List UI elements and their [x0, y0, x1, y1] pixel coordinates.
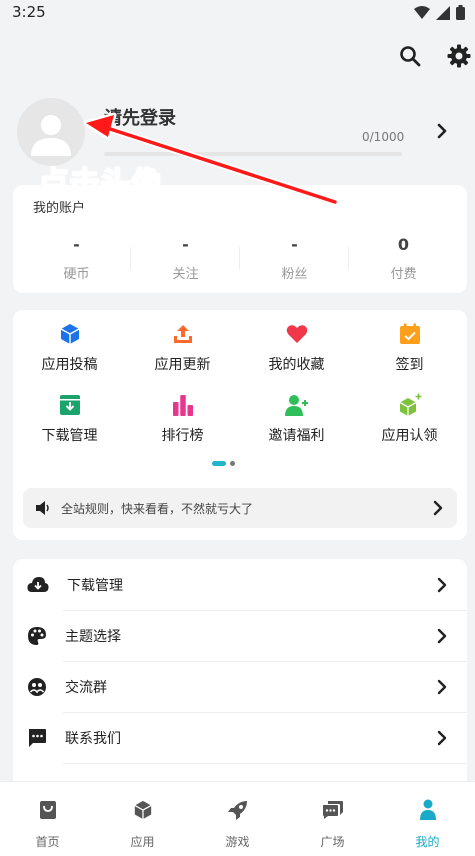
nav-square[interactable]: 广场 — [285, 798, 380, 850]
nav-label: 游戏 — [225, 835, 250, 849]
cube-icon — [60, 324, 79, 344]
rocket-icon — [227, 801, 247, 820]
nav-label: 首页 — [35, 835, 60, 849]
page-indicator — [212, 461, 235, 466]
chevron-right-icon — [433, 500, 443, 516]
menu-item-theme[interactable]: 主题选择 — [13, 610, 467, 661]
notice-text: 全站规则，快来看看，不然就亏大了 — [61, 501, 254, 516]
menu-label: 联系我们 — [65, 730, 121, 747]
annotation-arrow — [83, 112, 339, 206]
nav-label: 我的 — [415, 835, 440, 849]
page-dot — [230, 461, 235, 466]
cube-plus-icon — [399, 393, 421, 416]
menu-label: 主题选择 — [65, 628, 121, 645]
chevron-right-icon — [437, 679, 447, 694]
message-icon — [29, 728, 46, 747]
annotation-text: 点击头像 — [37, 165, 163, 203]
add-user-icon — [284, 395, 308, 416]
feature-label: 我的收藏 — [268, 357, 325, 373]
feature-submit-app[interactable]: 应用投稿 — [13, 322, 126, 374]
menu-divider — [63, 763, 467, 764]
feature-label: 应用投稿 — [41, 357, 98, 373]
menu-label: 下载管理 — [67, 577, 123, 594]
bar-chart-icon — [172, 395, 193, 416]
notice-bar[interactable]: 全站规则，快来看看，不然就亏大了 — [23, 488, 457, 528]
feature-label: 应用认领 — [381, 428, 438, 444]
feature-check-in[interactable]: 签到 — [353, 322, 466, 374]
nav-apps[interactable]: 应用 — [95, 798, 190, 850]
calendar-check-icon — [399, 323, 420, 344]
nav-mine[interactable]: 我的 — [380, 798, 475, 850]
feature-label: 签到 — [395, 357, 424, 373]
nav-games[interactable]: 游戏 — [190, 798, 285, 850]
menu-card: 下载管理 主题选择 交流群 联系我们 — [13, 559, 467, 789]
bottom-nav: 首页 应用 游戏 广场 我的 — [0, 781, 475, 856]
nav-label: 应用 — [130, 835, 155, 849]
chat-icon — [322, 801, 343, 819]
person-icon — [419, 799, 436, 820]
chevron-right-icon — [437, 730, 447, 745]
chevron-right-icon — [437, 628, 447, 643]
feature-label: 邀请福利 — [268, 428, 325, 444]
feature-invite-rewards[interactable]: 邀请福利 — [240, 393, 353, 445]
heart-icon — [286, 325, 307, 343]
upload-icon — [173, 325, 192, 343]
page-dot-active — [212, 461, 226, 466]
feature-download-manager[interactable]: 下载管理 — [13, 393, 126, 445]
speaker-icon — [36, 501, 49, 515]
cube-icon — [134, 800, 151, 820]
group-icon — [28, 677, 46, 696]
menu-label: 交流群 — [65, 679, 107, 696]
nav-home[interactable]: 首页 — [0, 798, 95, 850]
menu-item-group-chat[interactable]: 交流群 — [13, 661, 467, 712]
menu-item-contact-us[interactable]: 联系我们 — [13, 712, 467, 763]
chevron-right-icon — [437, 577, 447, 592]
feature-label: 应用更新 — [154, 357, 211, 373]
feature-app-update[interactable]: 应用更新 — [126, 322, 239, 374]
feature-favorites[interactable]: 我的收藏 — [240, 322, 353, 374]
palette-icon — [28, 626, 46, 645]
nav-label: 广场 — [320, 835, 345, 849]
feature-leaderboard[interactable]: 排行榜 — [126, 393, 239, 445]
cloud-download-icon — [27, 576, 49, 592]
feature-claim-app[interactable]: 应用认领 — [353, 393, 466, 445]
feature-label: 排行榜 — [161, 428, 204, 444]
download-box-icon — [59, 395, 80, 415]
bag-icon — [39, 801, 56, 819]
feature-label: 下载管理 — [41, 428, 98, 444]
menu-item-download-manager[interactable]: 下载管理 — [13, 559, 467, 610]
